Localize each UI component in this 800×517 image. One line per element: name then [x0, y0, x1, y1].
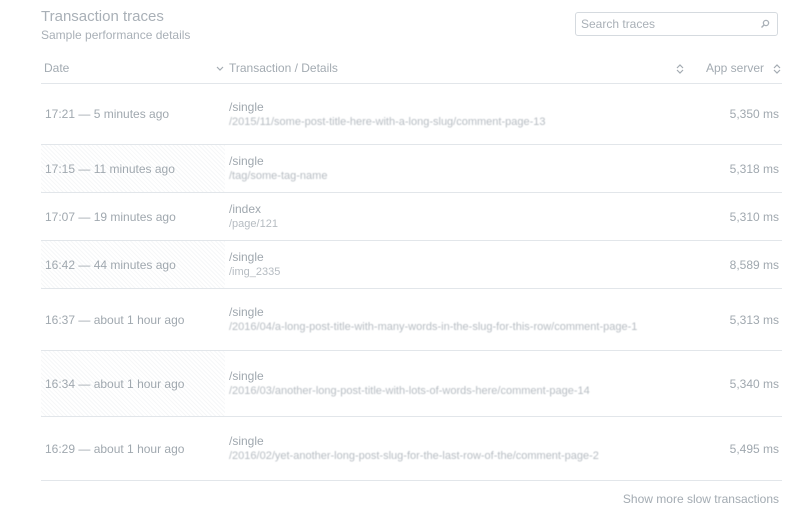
- sort-icon[interactable]: [772, 63, 782, 75]
- table-row[interactable]: 16:42 — 44 minutes ago /single /img_2335…: [41, 241, 782, 289]
- page-subtitle: Sample performance details: [41, 28, 191, 42]
- row-app-server: 5,340 ms: [729, 376, 779, 391]
- row-details: /page/121: [229, 218, 278, 230]
- column-header-app-server[interactable]: App server: [706, 61, 764, 75]
- row-app-server: 5,313 ms: [729, 312, 779, 327]
- row-date: 17:21 — 5 minutes ago: [45, 107, 170, 121]
- column-header-transaction[interactable]: Transaction / Details: [229, 61, 338, 75]
- row-date: 17:15 — 11 minutes ago: [41, 145, 225, 192]
- transaction-table-body: 17:21 — 5 minutes ago /single /2015/11/s…: [41, 84, 782, 481]
- row-app-server: 5,318 ms: [729, 161, 779, 176]
- row-app-server: 5,350 ms: [729, 107, 779, 121]
- table-row[interactable]: 16:34 — about 1 hour ago /single /2016/0…: [41, 351, 782, 417]
- row-app-server: 5,310 ms: [729, 209, 779, 224]
- row-app-server: 5,495 ms: [729, 441, 779, 456]
- row-details: /tag/some-tag-name: [229, 170, 328, 182]
- table-row[interactable]: 17:07 — 19 minutes ago /index /page/121 …: [41, 193, 782, 241]
- table-row[interactable]: 17:15 — 11 minutes ago /single /tag/some…: [41, 145, 782, 193]
- table-row[interactable]: 17:21 — 5 minutes ago /single /2015/11/s…: [41, 84, 782, 145]
- row-transaction[interactable]: /single: [229, 153, 699, 169]
- row-date: 17:07 — 19 minutes ago: [45, 209, 176, 224]
- row-transaction[interactable]: /index: [229, 201, 699, 217]
- row-details: /2015/11/some-post-title-here-with-a-lon…: [229, 115, 546, 128]
- column-header-date[interactable]: Date: [44, 61, 69, 75]
- search-input[interactable]: [576, 13, 761, 35]
- row-app-server: 8,589 ms: [729, 257, 779, 272]
- search-icon[interactable]: [759, 18, 771, 30]
- row-date: 16:42 — 44 minutes ago: [41, 241, 225, 288]
- row-transaction[interactable]: /single: [229, 368, 699, 384]
- chevron-down-icon[interactable]: [215, 63, 225, 75]
- table-row[interactable]: 16:37 — about 1 hour ago /single /2016/0…: [41, 289, 782, 351]
- table-header: Date Transaction / Details App server: [41, 54, 782, 84]
- row-date: 16:29 — about 1 hour ago: [45, 441, 185, 456]
- show-more-link[interactable]: Show more slow transactions: [623, 492, 779, 506]
- row-details: /2016/04/a-long-post-title-with-many-wor…: [229, 321, 638, 333]
- row-transaction[interactable]: /single: [229, 249, 699, 265]
- row-transaction[interactable]: /single: [229, 304, 699, 320]
- row-details: /2016/02/yet-another-long-post-slug-for-…: [229, 450, 599, 462]
- sort-icon[interactable]: [675, 63, 685, 75]
- page-title: Transaction traces: [41, 8, 164, 25]
- row-date: 16:37 — about 1 hour ago: [45, 312, 185, 327]
- row-date: 16:34 — about 1 hour ago: [41, 351, 225, 416]
- row-transaction[interactable]: /single: [229, 433, 699, 449]
- row-transaction[interactable]: /single: [229, 99, 699, 115]
- row-details: /2016/03/another-long-post-title-with-lo…: [229, 385, 590, 397]
- table-row[interactable]: 16:29 — about 1 hour ago /single /2016/0…: [41, 417, 782, 481]
- search-box[interactable]: [575, 12, 778, 36]
- row-details: /img_2335: [229, 266, 281, 278]
